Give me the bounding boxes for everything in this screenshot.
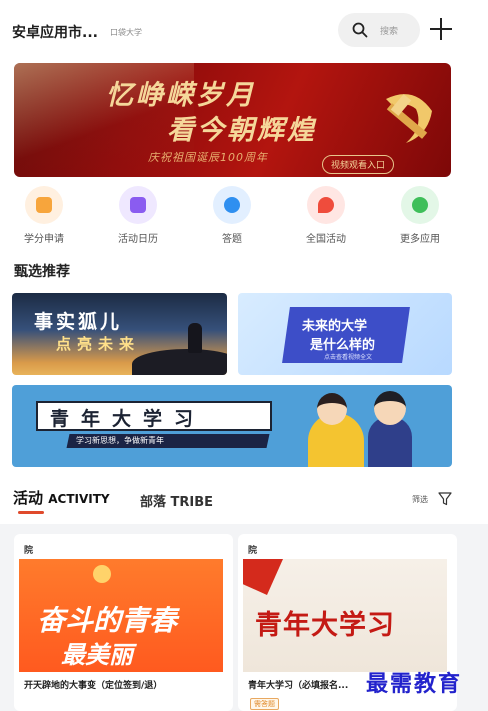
activity-art-text: 青年大学习 bbox=[255, 610, 395, 641]
card-title: 事实狐儿 bbox=[34, 311, 123, 333]
quick-label: 更多应用 bbox=[400, 234, 440, 245]
banner-line-3: 庆祝祖国诞辰100周年 bbox=[148, 151, 268, 164]
filter-icon[interactable] bbox=[438, 492, 452, 506]
activity-card[interactable]: 院 奋斗的青春 最美丽 开天辟地的大事变（定位签到/退） bbox=[14, 534, 233, 711]
quick-label: 学分申请 bbox=[24, 234, 64, 245]
hero-banner[interactable]: 忆峥嵘岁月 看今朝辉煌 庆祝祖国诞辰100周年 视频观看入口 bbox=[14, 63, 451, 177]
quick-activity-calendar[interactable]: 活动日历 bbox=[98, 186, 178, 245]
card-subtitle: 是什么样的 bbox=[310, 338, 376, 353]
banner-line-1: 忆峥嵘岁月 bbox=[106, 80, 256, 111]
activity-image: 青年大学习 bbox=[243, 559, 447, 672]
party-emblem-icon bbox=[386, 94, 432, 143]
flag-art bbox=[243, 559, 283, 595]
calendar-icon bbox=[119, 186, 157, 224]
activity-tag: 院 bbox=[24, 546, 34, 556]
tab-indicator bbox=[18, 511, 44, 514]
quick-quiz[interactable]: 答题 bbox=[192, 186, 272, 245]
search-placeholder: 搜索 bbox=[380, 27, 399, 37]
girl-head bbox=[317, 393, 347, 425]
top-bar: 安卓应用市... 口袋大学 搜索 bbox=[0, 0, 488, 60]
search-box[interactable]: 搜索 bbox=[338, 13, 420, 47]
balloon-icon bbox=[307, 186, 345, 224]
activity-art-text-2: 最美丽 bbox=[61, 640, 133, 669]
activity-art-text: 奋斗的青春 bbox=[37, 604, 178, 637]
quiz-required-badge: 需答题 bbox=[250, 698, 279, 710]
quick-label: 答题 bbox=[222, 234, 242, 245]
card-title: 未来的大学 bbox=[302, 319, 368, 334]
recommend-card-2[interactable]: 未来的大学 是什么样的 点击查看视频全文 bbox=[238, 293, 452, 375]
hill-art bbox=[132, 349, 227, 375]
activity-tabs: 活动 ACTIVITY 部落 TRIBE 筛选 bbox=[0, 485, 488, 515]
credit-apply-icon bbox=[25, 186, 63, 224]
card-subtitle: 学习新思想，争做新青年 bbox=[76, 436, 164, 445]
clover-icon bbox=[401, 186, 439, 224]
quick-credit-apply[interactable]: 学分申请 bbox=[4, 186, 84, 245]
boy-head bbox=[374, 391, 406, 425]
section-title: 甄选推荐 bbox=[14, 264, 70, 280]
recommend-card-1[interactable]: 事实狐儿 点亮未来 bbox=[12, 293, 227, 375]
activity-image: 奋斗的青春 最美丽 bbox=[19, 559, 223, 672]
activity-title: 开天辟地的大事变（定位签到/退） bbox=[24, 681, 163, 691]
quick-more-apps[interactable]: 更多应用 bbox=[380, 186, 460, 245]
banner-line-2: 看今朝辉煌 bbox=[167, 115, 317, 146]
watermark: 最需教育 bbox=[366, 671, 463, 697]
tab-activity-cn: 活动 bbox=[13, 489, 44, 507]
activity-tag: 院 bbox=[248, 546, 258, 556]
quick-national-activity[interactable]: 全国活动 bbox=[286, 186, 366, 245]
quick-label: 全国活动 bbox=[306, 234, 346, 245]
tab-tribe[interactable]: 部落 TRIBE bbox=[140, 491, 213, 510]
watch-video-button[interactable]: 视频观看入口 bbox=[322, 155, 395, 174]
card-subtitle: 点亮未来 bbox=[56, 335, 141, 353]
filter-label[interactable]: 筛选 bbox=[412, 494, 428, 505]
search-icon bbox=[352, 22, 368, 38]
add-icon[interactable] bbox=[430, 18, 452, 40]
person-silhouette bbox=[188, 323, 202, 353]
recommend-card-3[interactable]: 青年大学习 学习新思想，争做新青年 bbox=[12, 385, 452, 467]
app-title[interactable]: 安卓应用市... bbox=[12, 22, 98, 42]
tab-activity[interactable]: 活动 ACTIVITY bbox=[13, 487, 110, 508]
youth-league-badge-icon bbox=[93, 565, 111, 583]
quiz-icon bbox=[213, 186, 251, 224]
quick-actions: 学分申请 活动日历 答题 全国活动 更多应用 bbox=[0, 186, 488, 246]
card-title: 青年大学习 bbox=[50, 408, 206, 430]
tab-activity-en: ACTIVITY bbox=[48, 492, 110, 506]
card-caption: 点击查看视频全文 bbox=[324, 354, 373, 361]
quick-label: 活动日历 bbox=[118, 234, 158, 245]
school-name[interactable]: 口袋大学 bbox=[110, 27, 142, 38]
